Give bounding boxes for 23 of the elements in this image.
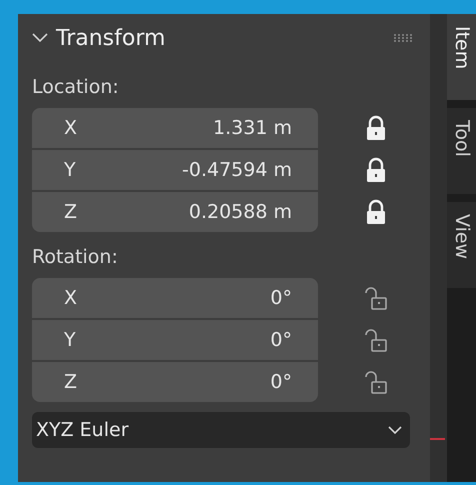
padlock-open-icon[interactable] [364,327,388,353]
padlock-open-icon[interactable] [364,285,388,311]
number-field[interactable]: Z 0.20588 m [32,192,318,232]
number-field[interactable]: Y 0° [32,320,318,360]
padlock-closed-icon[interactable] [364,157,388,183]
grip-icon[interactable] [392,33,414,43]
padlock-closed-icon[interactable] [364,115,388,141]
sidebar-tab[interactable]: View [447,202,476,288]
number-field[interactable]: X 1.331 m [32,108,318,148]
section-label: Rotation: [32,246,119,268]
chevron-icon[interactable] [32,33,48,43]
sidebar-tab[interactable]: Item [447,14,476,100]
padlock-open-icon[interactable] [364,369,388,395]
padlock-closed-icon[interactable] [364,199,388,225]
number-field[interactable]: X 0° [32,278,318,318]
panel-title[interactable]: Transform [56,26,384,50]
sidebar-tab[interactable]: Tool [447,108,476,194]
chevron-down-icon [388,426,402,434]
marker-line [430,438,445,440]
number-field[interactable]: Z 0° [32,362,318,402]
section-label: Location: [32,76,120,98]
number-field[interactable]: Y -0.47594 m [32,150,318,190]
rotation-mode-dropdown[interactable]: XYZ Euler [32,412,410,448]
